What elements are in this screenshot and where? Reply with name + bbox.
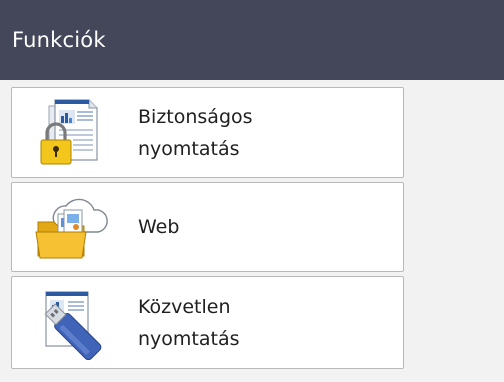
secure-print-label: Biztonságos nyomtatás: [132, 101, 253, 165]
secure-print-lock-icon: [12, 88, 132, 177]
secure-print-label-line1: Biztonságos: [138, 105, 253, 128]
direct-print-label: Közvetlen nyomtatás: [132, 291, 240, 355]
functions-screen: Funkciók Biztonságos nyomtatás Web Közve…: [0, 0, 504, 382]
web-button[interactable]: Web: [11, 182, 404, 272]
title-bar: Funkciók: [0, 0, 504, 80]
secure-print-label-line2: nyomtatás: [138, 137, 240, 160]
web-label: Web: [132, 211, 179, 243]
web-label-line1: Web: [138, 216, 180, 238]
direct-print-button[interactable]: Közvetlen nyomtatás: [11, 276, 404, 369]
direct-print-label-line1: Közvetlen: [138, 295, 231, 318]
secure-print-button[interactable]: Biztonságos nyomtatás: [11, 87, 404, 178]
direct-print-label-line2: nyomtatás: [138, 327, 240, 350]
usb-direct-print-icon: [12, 277, 132, 368]
web-cloud-folder-icon: [12, 183, 132, 271]
page-title: Funkciók: [12, 28, 106, 52]
